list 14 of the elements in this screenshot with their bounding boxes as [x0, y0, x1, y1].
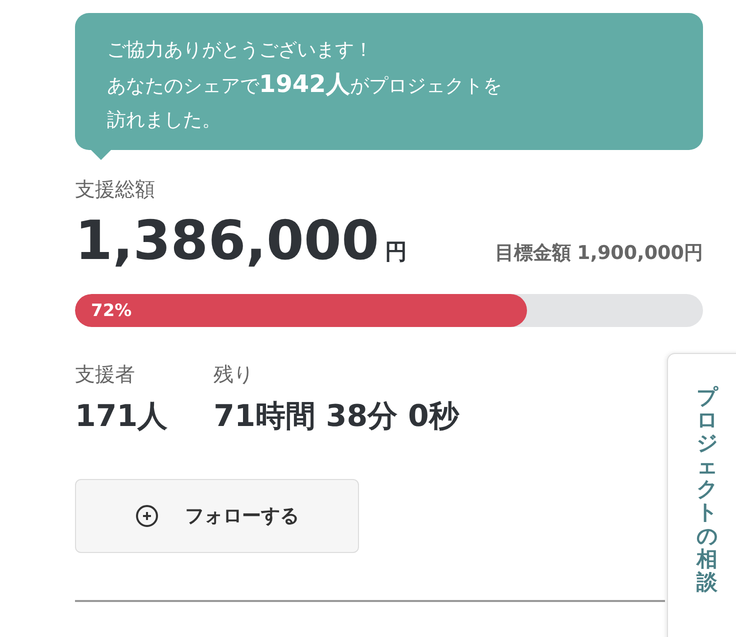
plus-circle-icon: [135, 504, 159, 528]
side-tab[interactable]: プロジェクトの相談: [667, 353, 736, 637]
progress-percent: 72%: [91, 300, 132, 320]
share-message: ご協力ありがとうございます！ あなたのシェアで1942人がプロジェクトを 訪れました。: [107, 38, 503, 133]
goal-amount: 1,900,000円: [577, 241, 703, 266]
stat-label: 支援者: [75, 361, 136, 388]
goal-label: 目標金額: [495, 241, 572, 266]
total-label: 支援総額: [75, 176, 156, 203]
stat-value: 171人: [75, 398, 168, 436]
stat-value: 71時間 38分 0秒: [214, 398, 459, 436]
stat-label: 残り: [214, 361, 255, 388]
follow-button[interactable]: フォローする: [75, 479, 359, 553]
total-amount: 1,386,000: [75, 209, 380, 272]
currency-unit: 円: [385, 239, 408, 267]
